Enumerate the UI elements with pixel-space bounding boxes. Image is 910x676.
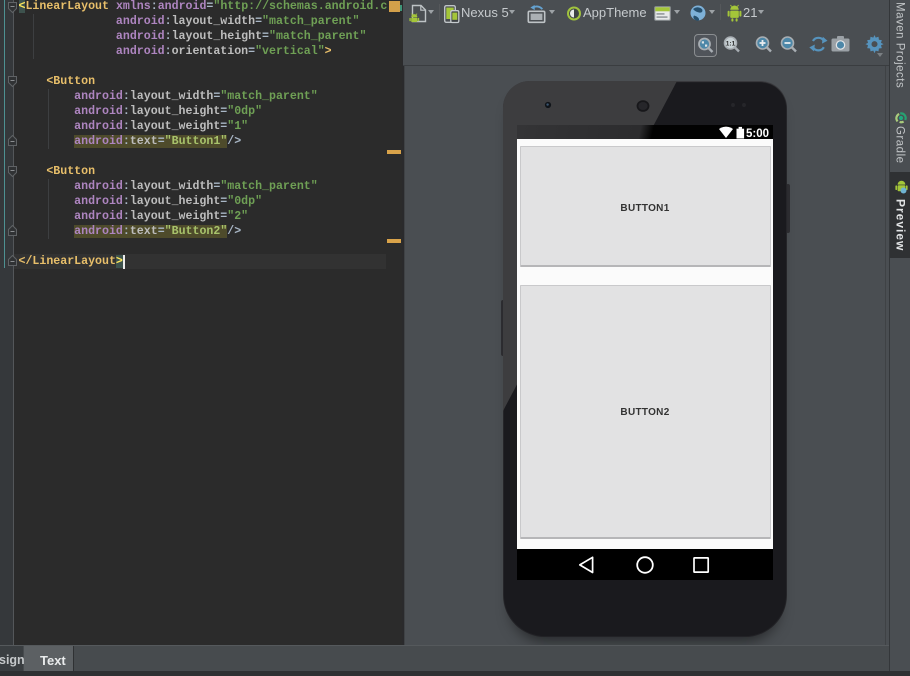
svg-text:5:00: 5:00 xyxy=(746,128,769,139)
svg-text:1:1: 1:1 xyxy=(726,41,736,48)
